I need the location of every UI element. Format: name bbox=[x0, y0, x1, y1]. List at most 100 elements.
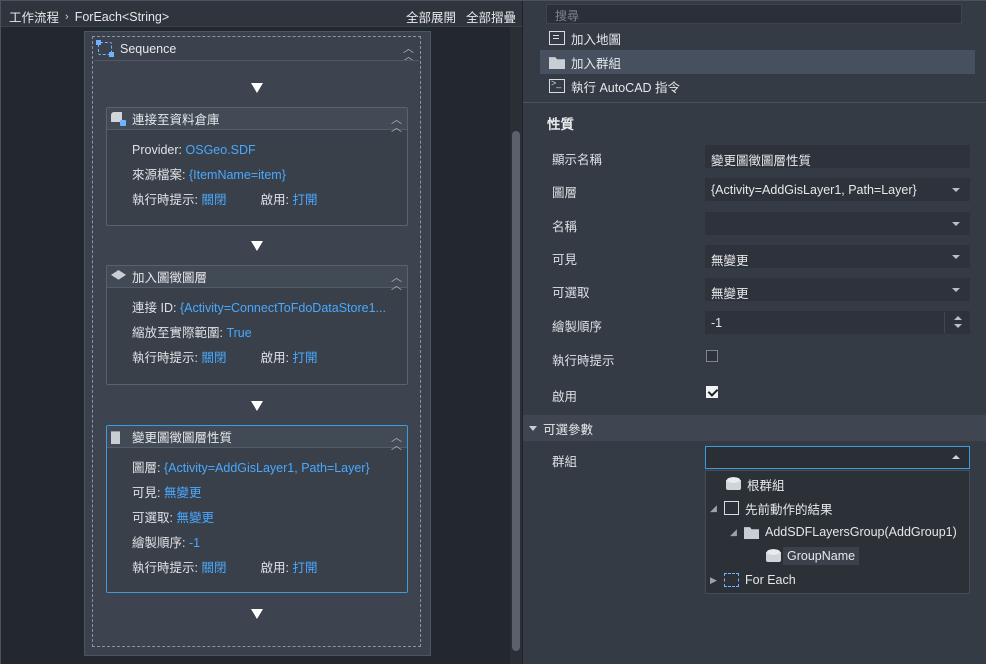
chevron-right-icon: › bbox=[65, 10, 69, 23]
canvas-scrollbar[interactable] bbox=[510, 27, 522, 664]
toolbox-item-label: 執行 AutoCAD 指令 bbox=[571, 80, 681, 95]
workflow-canvas-pane: 工作流程 › ForEach<String> 全部展開 全部摺疊 Sequenc… bbox=[1, 1, 522, 664]
optional-params-title: 可選參數 bbox=[543, 422, 594, 437]
activity-runtime-row: 執行時提示: 關閉 啟用: 打開 bbox=[132, 193, 318, 207]
flow-arrow-icon bbox=[251, 83, 263, 93]
visible-label: 可見 bbox=[552, 253, 578, 267]
activity-field: 繪製順序: -1 bbox=[132, 536, 201, 550]
right-panel: 搜尋 加入地圖 加入群組 執行 AutoCAD 指令 性質 顯示名稱 變更圖徵圖… bbox=[522, 1, 986, 664]
activity-field: 圖層: {Activity=AddGisLayer1, Path=Layer} bbox=[132, 461, 370, 475]
add-group-icon bbox=[744, 527, 759, 539]
activity-body: Provider: OSGeo.SDF 來源檔案: {ItemName=item… bbox=[107, 130, 407, 213]
database-icon bbox=[766, 549, 781, 563]
tree-item-for-each[interactable]: ▶ For Each bbox=[710, 569, 796, 591]
visible-dropdown[interactable]: 無變更 bbox=[705, 245, 970, 268]
toolbox-item-autocad-command[interactable]: 執行 AutoCAD 指令 bbox=[540, 74, 975, 98]
display-name-label: 顯示名稱 bbox=[552, 153, 603, 167]
flow-arrow-icon bbox=[251, 609, 263, 619]
add-layer-icon bbox=[111, 270, 126, 280]
canvas-toolbar: 工作流程 › ForEach<String> 全部展開 全部摺疊 bbox=[1, 1, 522, 27]
collapse-chevron-icon[interactable]: ︿ ︿ bbox=[391, 115, 402, 134]
selectable-label: 可選取 bbox=[552, 286, 590, 300]
expand-collapse-actions: 全部展開 全部摺疊 bbox=[406, 7, 516, 26]
name-dropdown[interactable] bbox=[705, 212, 970, 235]
name-label: 名稱 bbox=[552, 220, 578, 234]
collapse-chevron-icon[interactable]: ︿ ︿ bbox=[391, 433, 402, 452]
runtime-hint-checkbox[interactable] bbox=[706, 350, 718, 362]
activity-field: Provider: OSGeo.SDF bbox=[132, 143, 256, 157]
add-map-icon bbox=[549, 31, 565, 45]
activity-field: 來源檔案: {ItemName=item} bbox=[132, 168, 286, 182]
designer-canvas[interactable]: Sequence ︿ ︿ 連接至資料倉庫 ︿ ︿ Provider: OSGeo.S… bbox=[1, 27, 509, 664]
add-group-icon bbox=[549, 57, 565, 69]
sequence-icon bbox=[96, 40, 114, 57]
autocad-command-icon bbox=[549, 78, 565, 93]
toolbox-item-label: 加入群組 bbox=[571, 56, 622, 71]
collapse-all-button[interactable]: 全部摺疊 bbox=[466, 7, 516, 26]
activity-field: 連接 ID: {Activity=ConnectToFdoDataStore1.… bbox=[132, 301, 386, 315]
toolbox-search-input[interactable]: 搜尋 bbox=[546, 4, 962, 24]
layer-properties-icon bbox=[111, 431, 120, 444]
activity-title: 連接至資料倉庫 bbox=[132, 113, 220, 127]
flow-arrow-icon bbox=[251, 401, 263, 411]
activity-header: 變更圖徵圖層性質 ︿ ︿ bbox=[107, 426, 407, 452]
toolbox-item-add-group[interactable]: 加入群組 bbox=[540, 50, 975, 74]
activity-title: 加入圖徵圖層 bbox=[132, 271, 208, 285]
results-icon bbox=[724, 501, 739, 515]
tree-item-previous-results[interactable]: ◢ 先前動作的結果 bbox=[710, 497, 833, 519]
breadcrumb-current[interactable]: ForEach<String> bbox=[75, 10, 170, 24]
activity-header: 連接至資料倉庫 ︿ ︿ bbox=[107, 108, 407, 134]
chevron-down-icon bbox=[529, 425, 537, 431]
activity-field: 可選取: 無變更 bbox=[132, 511, 214, 525]
expand-down-icon[interactable]: ◢ bbox=[730, 527, 738, 538]
loop-icon bbox=[724, 573, 739, 587]
database-connect-icon bbox=[111, 112, 126, 126]
selectable-dropdown[interactable]: 無變更 bbox=[705, 278, 970, 301]
stepper-arrows-icon[interactable] bbox=[944, 312, 969, 333]
scrollbar-thumb[interactable] bbox=[512, 131, 520, 651]
workflow-designer-window: 工作流程 › ForEach<String> 全部展開 全部摺疊 Sequenc… bbox=[0, 0, 986, 664]
database-icon bbox=[726, 477, 741, 491]
draw-order-label: 繪製順序 bbox=[552, 320, 603, 334]
runtime-hint-label: 執行時提示 bbox=[552, 354, 615, 368]
activity-field: 可見: 無變更 bbox=[132, 486, 202, 500]
activity-title: 變更圖徵圖層性質 bbox=[132, 431, 233, 445]
toolbox-list: 加入地圖 加入群組 執行 AutoCAD 指令 bbox=[540, 26, 975, 98]
breadcrumb-root[interactable]: 工作流程 bbox=[9, 7, 59, 26]
optional-params-section[interactable]: 可選參數 bbox=[523, 415, 986, 441]
display-name-field[interactable]: 變更圖徵圖層性質 bbox=[705, 145, 970, 168]
tree-item-group-name[interactable]: GroupName bbox=[766, 545, 860, 567]
activity-add-feature-layer[interactable]: 加入圖徵圖層 ︿ ︿ 連接 ID: {Activity=ConnectToFdoD… bbox=[106, 265, 408, 385]
collapse-chevron-icon[interactable]: ︿ ︿ bbox=[403, 44, 414, 63]
activity-body: 連接 ID: {Activity=ConnectToFdoDataStore1.… bbox=[107, 288, 407, 371]
activity-connect-datastore[interactable]: 連接至資料倉庫 ︿ ︿ Provider: OSGeo.SDF 來源檔案: {It… bbox=[106, 107, 408, 226]
layer-label: 圖層 bbox=[552, 186, 578, 200]
breadcrumb: 工作流程 › ForEach<String> bbox=[9, 7, 169, 26]
layer-dropdown[interactable]: {Activity=AddGisLayer1, Path=Layer} bbox=[705, 178, 970, 201]
sequence-header[interactable]: Sequence ︿ ︿ bbox=[94, 38, 419, 63]
collapse-chevron-icon[interactable]: ︿ ︿ bbox=[391, 273, 402, 292]
enabled-label: 啟用 bbox=[552, 390, 578, 404]
expand-all-button[interactable]: 全部展開 bbox=[406, 7, 456, 26]
flow-arrow-icon bbox=[251, 241, 263, 251]
activity-change-layer-properties[interactable]: 變更圖徵圖層性質 ︿ ︿ 圖層: {Activity=AddGisLayer1, … bbox=[106, 425, 408, 593]
group-label: 群組 bbox=[552, 455, 578, 469]
panel-divider bbox=[523, 102, 986, 103]
sequence-title: Sequence bbox=[120, 42, 177, 56]
expand-down-icon[interactable]: ◢ bbox=[710, 503, 718, 514]
activity-runtime-row: 執行時提示: 關閉 啟用: 打開 bbox=[132, 351, 318, 365]
draw-order-value: -1 bbox=[711, 316, 723, 330]
activity-header: 加入圖徵圖層 ︿ ︿ bbox=[107, 266, 407, 292]
toolbox-item-add-map[interactable]: 加入地圖 bbox=[540, 26, 975, 50]
tree-item-root-group[interactable]: 根群組 bbox=[726, 473, 785, 495]
properties-title: 性質 bbox=[547, 117, 574, 132]
draw-order-stepper[interactable]: -1 bbox=[705, 311, 970, 334]
expand-right-icon[interactable]: ▶ bbox=[710, 575, 718, 586]
enabled-checkbox[interactable] bbox=[706, 386, 718, 398]
group-dropdown[interactable] bbox=[705, 446, 970, 469]
activity-body: 圖層: {Activity=AddGisLayer1, Path=Layer} … bbox=[107, 448, 407, 581]
group-dropdown-tree: 根群組 ◢ 先前動作的結果 ◢ AddSDFLayersGroup(AddGro… bbox=[705, 470, 970, 594]
tree-item-add-group-result[interactable]: ◢ AddSDFLayersGroup(AddGroup1) bbox=[730, 521, 957, 543]
activity-runtime-row: 執行時提示: 關閉 啟用: 打開 bbox=[132, 561, 318, 575]
activity-field: 縮放至實際範圍: True bbox=[132, 326, 252, 340]
